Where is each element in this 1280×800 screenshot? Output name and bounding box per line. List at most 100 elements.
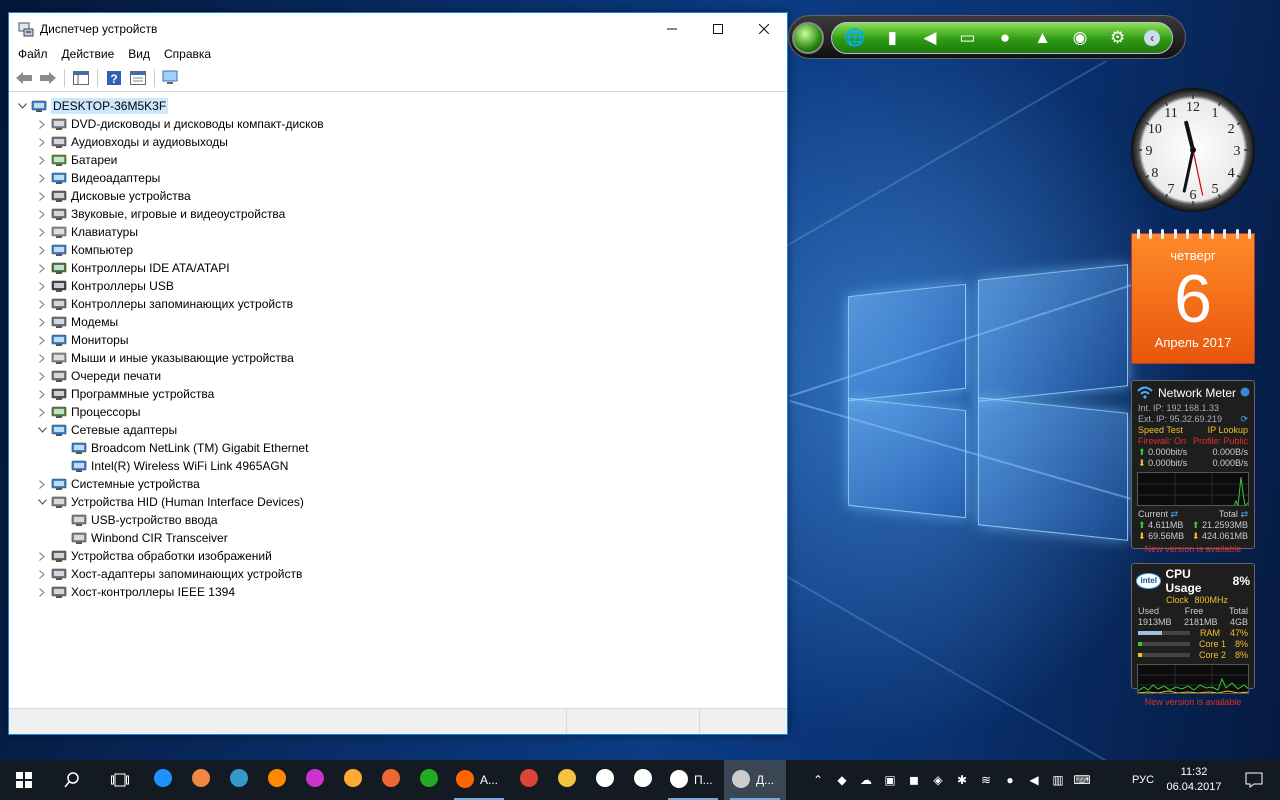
menu-help[interactable]: Справка bbox=[157, 47, 218, 61]
minimize-button[interactable] bbox=[649, 13, 695, 44]
taskbar-app-file-explorer[interactable] bbox=[548, 760, 586, 800]
chevron-right-icon[interactable] bbox=[35, 475, 49, 493]
taskbar-app-edge[interactable] bbox=[144, 760, 182, 800]
chevron-right-icon[interactable] bbox=[35, 169, 49, 187]
search-icon[interactable] bbox=[48, 760, 96, 800]
radio-icon[interactable]: ▭ bbox=[956, 27, 978, 49]
tree-device[interactable]: Intel(R) Wireless WiFi Link 4965AGN bbox=[9, 457, 787, 475]
properties-icon[interactable] bbox=[127, 67, 149, 89]
input-language[interactable]: РУС bbox=[1126, 760, 1160, 800]
action-center-icon[interactable] bbox=[1228, 760, 1280, 800]
chevron-right-icon[interactable] bbox=[35, 187, 49, 205]
antivirus-icon[interactable]: ◼ bbox=[902, 760, 926, 800]
tree-category[interactable]: Видеоадаптеры bbox=[9, 169, 787, 187]
gear-icon[interactable]: ⚙ bbox=[1107, 27, 1129, 49]
taskbar-app-media-player[interactable] bbox=[258, 760, 296, 800]
tree-device[interactable]: Winbond CIR Transceiver bbox=[9, 529, 787, 547]
chevron-up-icon[interactable]: ⌃ bbox=[806, 760, 830, 800]
forward-arrow-icon[interactable] bbox=[37, 67, 59, 89]
taskbar-app-picasa[interactable] bbox=[296, 760, 334, 800]
green-orb-button[interactable] bbox=[792, 22, 824, 54]
chevron-right-icon[interactable] bbox=[35, 349, 49, 367]
lock-icon[interactable]: ▲ bbox=[1032, 27, 1054, 49]
taskbar-app-xbox[interactable] bbox=[410, 760, 448, 800]
taskbar-app-settings[interactable]: П... bbox=[662, 760, 724, 800]
taskbar-app-paint-app[interactable] bbox=[182, 760, 220, 800]
chevron-right-icon[interactable] bbox=[35, 583, 49, 601]
tree-category[interactable]: Дисковые устройства bbox=[9, 187, 787, 205]
keyboard-icon[interactable]: ⌨ bbox=[1070, 760, 1094, 800]
update-notice-link[interactable]: New version is available bbox=[1145, 544, 1242, 555]
task-view-icon[interactable] bbox=[96, 760, 144, 800]
collapse-arrow-icon[interactable]: ‹ bbox=[1144, 30, 1161, 46]
tree-category[interactable]: Хост-адаптеры запоминающих устройств bbox=[9, 565, 787, 583]
chevron-right-icon[interactable] bbox=[35, 223, 49, 241]
tree-device[interactable]: Broadcom NetLink (TM) Gigabit Ethernet bbox=[9, 439, 787, 457]
taskbar-app-store[interactable] bbox=[586, 760, 624, 800]
cpu-update-notice-link[interactable]: New version is available bbox=[1145, 697, 1242, 708]
wifi-signal-icon[interactable]: ≋ bbox=[974, 760, 998, 800]
menu-file[interactable]: Файл bbox=[11, 47, 55, 61]
volume-icon[interactable]: ◀ bbox=[919, 27, 941, 49]
clock-datetime[interactable]: 11:32 06.04.2017 bbox=[1160, 760, 1228, 800]
scan-hardware-icon[interactable] bbox=[160, 67, 182, 89]
shield-icon[interactable]: ◆ bbox=[830, 760, 854, 800]
chevron-right-icon[interactable] bbox=[35, 241, 49, 259]
chevron-right-icon[interactable] bbox=[35, 385, 49, 403]
tree-category[interactable]: Мониторы bbox=[9, 331, 787, 349]
taskbar-app-mail[interactable] bbox=[624, 760, 662, 800]
taskbar-app-firefox[interactable]: А... bbox=[448, 760, 510, 800]
taskbar-app-chrome[interactable] bbox=[510, 760, 548, 800]
show-hide-console-tree-icon[interactable] bbox=[70, 67, 92, 89]
chevron-down-icon[interactable] bbox=[35, 421, 49, 439]
network-icon[interactable]: ▥ bbox=[1046, 760, 1070, 800]
cloud-icon[interactable]: ☁ bbox=[854, 760, 878, 800]
title-bar[interactable]: Диспетчер устройств bbox=[9, 13, 787, 44]
maximize-button[interactable] bbox=[695, 13, 741, 44]
battery-icon[interactable]: ▮ bbox=[881, 27, 903, 49]
taskbar-app-device-manager[interactable]: Д... bbox=[724, 760, 786, 800]
taskbar-app-pen-app[interactable] bbox=[334, 760, 372, 800]
tree-category[interactable]: Системные устройства bbox=[9, 475, 787, 493]
bluetooth-icon[interactable]: ✱ bbox=[950, 760, 974, 800]
globe-icon[interactable]: 🌐 bbox=[844, 27, 866, 49]
chevron-right-icon[interactable] bbox=[35, 295, 49, 313]
chevron-right-icon[interactable] bbox=[35, 367, 49, 385]
microphone-icon[interactable]: ● bbox=[998, 760, 1022, 800]
tree-category[interactable]: Клавиатуры bbox=[9, 223, 787, 241]
tree-category[interactable]: Сетевые адаптеры bbox=[9, 421, 787, 439]
chevron-down-icon[interactable] bbox=[35, 493, 49, 511]
refresh-icon[interactable]: ⟳ bbox=[1240, 414, 1248, 425]
tree-device[interactable]: USB-устройство ввода bbox=[9, 511, 787, 529]
tree-category[interactable]: Программные устройства bbox=[9, 385, 787, 403]
taskbar-app-movie-maker[interactable] bbox=[220, 760, 258, 800]
chevron-right-icon[interactable] bbox=[35, 205, 49, 223]
tree-category[interactable]: Мыши и иные указывающие устройства bbox=[9, 349, 787, 367]
tree-category[interactable]: Звуковые, игровые и видеоустройства bbox=[9, 205, 787, 223]
tree-category[interactable]: Контроллеры запоминающих устройств bbox=[9, 295, 787, 313]
speed-test-link[interactable]: Speed Test bbox=[1138, 425, 1183, 436]
chevron-right-icon[interactable] bbox=[35, 403, 49, 421]
tree-category[interactable]: Хост-контроллеры IEEE 1394 bbox=[9, 583, 787, 601]
tree-root[interactable]: DESKTOP-36M5K3F bbox=[9, 97, 787, 115]
chevron-right-icon[interactable] bbox=[35, 277, 49, 295]
tree-category[interactable]: Контроллеры USB bbox=[9, 277, 787, 295]
menu-view[interactable]: Вид bbox=[121, 47, 157, 61]
tree-category[interactable]: Модемы bbox=[9, 313, 787, 331]
nvidia-icon[interactable]: ▣ bbox=[878, 760, 902, 800]
tree-category[interactable]: Очереди печати bbox=[9, 367, 787, 385]
chevron-right-icon[interactable] bbox=[35, 313, 49, 331]
chevron-right-icon[interactable] bbox=[35, 151, 49, 169]
tree-category[interactable]: Батареи bbox=[9, 151, 787, 169]
chevron-right-icon[interactable] bbox=[35, 331, 49, 349]
chevron-right-icon[interactable] bbox=[35, 259, 49, 277]
tree-category[interactable]: Контроллеры IDE ATA/ATAPI bbox=[9, 259, 787, 277]
help-icon[interactable]: ? bbox=[103, 67, 125, 89]
globe-update-icon[interactable]: ◉ bbox=[1069, 27, 1091, 49]
chevron-down-icon[interactable] bbox=[15, 97, 29, 115]
tree-category[interactable]: Устройства HID (Human Interface Devices) bbox=[9, 493, 787, 511]
tree-category[interactable]: Процессоры bbox=[9, 403, 787, 421]
tree-category[interactable]: DVD-дисководы и дисководы компакт-дисков bbox=[9, 115, 787, 133]
volume-icon[interactable]: ◀ bbox=[1022, 760, 1046, 800]
tree-category[interactable]: Устройства обработки изображений bbox=[9, 547, 787, 565]
